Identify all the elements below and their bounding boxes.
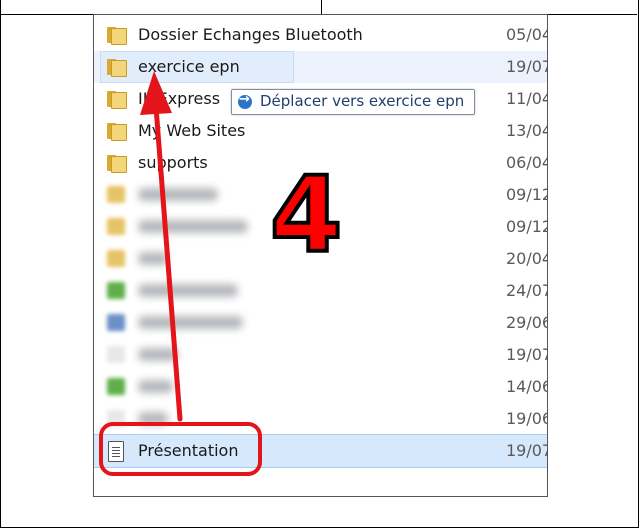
source-highlight-box xyxy=(99,422,262,476)
explorer-screenshot: Dossier Echanges Bluetooth 05/04 exercic… xyxy=(93,14,548,497)
table-column-divider xyxy=(321,0,322,14)
table-top-cell xyxy=(0,0,637,15)
